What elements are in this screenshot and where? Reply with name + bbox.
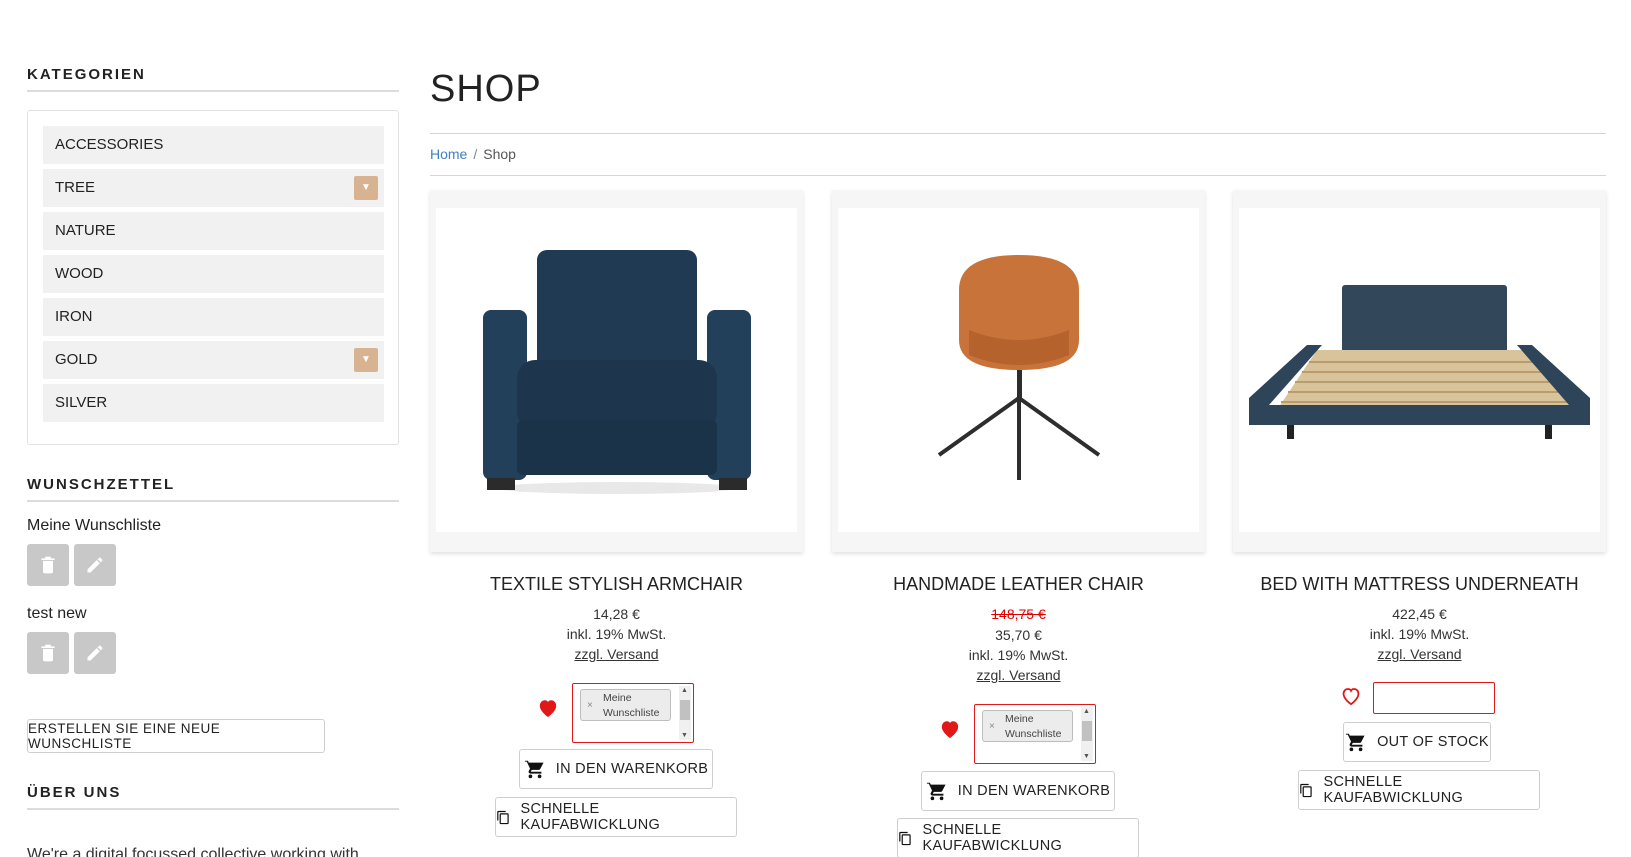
scrollbar[interactable]: ▲ ▼ [1081,707,1093,761]
page-title: SHOP [430,68,542,110]
breadcrumb: Home / Shop [430,146,516,162]
heart-icon[interactable] [939,719,961,739]
category-item-nature[interactable]: NATURE [43,212,384,250]
bed-image [1249,285,1590,439]
wishlist-tag-label: Meine Wunschliste [1005,713,1062,740]
category-item-tree[interactable]: TREE ▼ [43,169,384,207]
about-heading: ÜBER UNS [27,784,399,810]
category-label: SILVER [55,394,108,411]
category-item-accessories[interactable]: ACCESSORIES [43,126,384,164]
category-label: IRON [55,308,93,325]
category-item-silver[interactable]: SILVER [43,384,384,422]
armchair-image [482,250,751,494]
product-tax: inkl. 19% MwSt. [968,647,1069,663]
wishlist-heading: WUNSCHZETTEL [27,476,399,502]
edit-wishlist-button[interactable] [74,632,116,674]
category-item-iron[interactable]: IRON [43,298,384,336]
product-title[interactable]: HANDMADE LEATHER CHAIR [832,574,1205,595]
product-old-price: 148,75 € [991,606,1046,622]
out-of-stock-label: OUT OF STOCK [1377,734,1489,750]
copy-icon [497,810,509,824]
shipping-link[interactable]: zzgl. Versand [1377,646,1461,662]
delete-wishlist-button[interactable] [27,632,69,674]
categories-heading: KATEGORIEN [27,66,399,92]
product-image[interactable] [838,208,1199,532]
leather-chair-image [937,255,1100,480]
category-item-wood[interactable]: WOOD [43,255,384,293]
copy-icon [1300,783,1312,797]
remove-tag-icon[interactable]: × [989,719,995,734]
category-label: ACCESSORIES [55,136,164,153]
breadcrumb-current: Shop [483,146,516,162]
add-to-cart-button[interactable]: IN DEN WARENKORB [519,749,713,789]
product-image-frame[interactable] [832,190,1205,552]
breadcrumb-home-link[interactable]: Home [430,146,467,162]
create-wishlist-button[interactable]: ERSTELLEN SIE EINE NEUE WUNSCHLISTE [27,719,325,753]
wishlist-tag: × Meine Wunschliste [982,710,1073,742]
product-tax: inkl. 19% MwSt. [566,626,667,642]
quick-checkout-button[interactable]: SCHNELLE KAUFABWICKLUNG [495,797,737,837]
breadcrumb-separator: / [473,146,478,162]
wishlist-tag-label: Meine Wunschliste [603,692,660,719]
trash-icon [41,556,55,574]
add-to-cart-label: IN DEN WARENKORB [957,783,1111,799]
wishlist-name[interactable]: test new [27,605,87,623]
product-title[interactable]: TEXTILE STYLISH ARMCHAIR [430,574,803,595]
scrollbar[interactable]: ▲ ▼ [679,686,691,740]
shopping-cart-icon [1345,732,1365,752]
category-label: GOLD [55,351,98,368]
chevron-down-icon[interactable]: ▼ [354,348,378,372]
add-to-cart-label: IN DEN WARENKORB [555,761,709,777]
category-label: WOOD [55,265,104,282]
about-text: We're a digital focussed collective work… [27,846,359,857]
trash-icon [41,644,55,662]
product-title[interactable]: BED WITH MATTRESS UNDERNEATH [1233,574,1606,595]
shopping-cart-icon [524,759,544,779]
product-price: 35,70 € [995,627,1042,643]
product-price: 422,45 € [1392,606,1447,622]
product-image-frame[interactable] [1233,190,1606,552]
quick-checkout-label: SCHNELLE KAUFABWICKLUNG [520,801,661,833]
quick-checkout-button[interactable]: SCHNELLE KAUFABWICKLUNG [1298,770,1540,810]
pencil-icon [87,645,103,661]
pencil-icon [87,557,103,573]
heart-icon[interactable] [537,698,559,718]
quick-checkout-label: SCHNELLE KAUFABWICKLUNG [922,822,1063,854]
delete-wishlist-button[interactable] [27,544,69,586]
category-label: TREE [55,179,96,196]
heart-outline-icon[interactable] [1340,686,1362,706]
divider [430,175,1606,176]
product-image[interactable] [1239,208,1600,532]
add-to-cart-button[interactable]: IN DEN WARENKORB [921,771,1115,811]
product-image[interactable] [436,208,797,532]
wishlist-select[interactable] [1373,682,1495,714]
product-price: 14,28 € [593,606,640,622]
chevron-down-icon[interactable]: ▼ [354,176,378,200]
wishlist-name[interactable]: Meine Wunschliste [27,517,161,535]
category-label: NATURE [55,222,116,239]
remove-tag-icon[interactable]: × [587,698,593,713]
divider [430,133,1606,134]
copy-icon [899,831,911,845]
category-list: ACCESSORIES TREE ▼ NATURE WOOD IRON GOLD… [27,110,399,445]
category-item-gold[interactable]: GOLD ▼ [43,341,384,379]
edit-wishlist-button[interactable] [74,544,116,586]
wishlist-select[interactable]: × Meine Wunschliste ▲ ▼ [974,704,1096,764]
product-tax: inkl. 19% MwSt. [1369,626,1470,642]
wishlist-tag: × Meine Wunschliste [580,689,671,721]
shipping-link[interactable]: zzgl. Versand [976,667,1060,683]
wishlist-select[interactable]: × Meine Wunschliste ▲ ▼ [572,683,694,743]
quick-checkout-label: SCHNELLE KAUFABWICKLUNG [1323,774,1464,806]
shopping-cart-icon [926,781,946,801]
quick-checkout-button[interactable]: SCHNELLE KAUFABWICKLUNG [897,818,1139,857]
product-image-frame[interactable] [430,190,803,552]
shipping-link[interactable]: zzgl. Versand [574,646,658,662]
out-of-stock-button[interactable]: OUT OF STOCK [1343,722,1491,762]
